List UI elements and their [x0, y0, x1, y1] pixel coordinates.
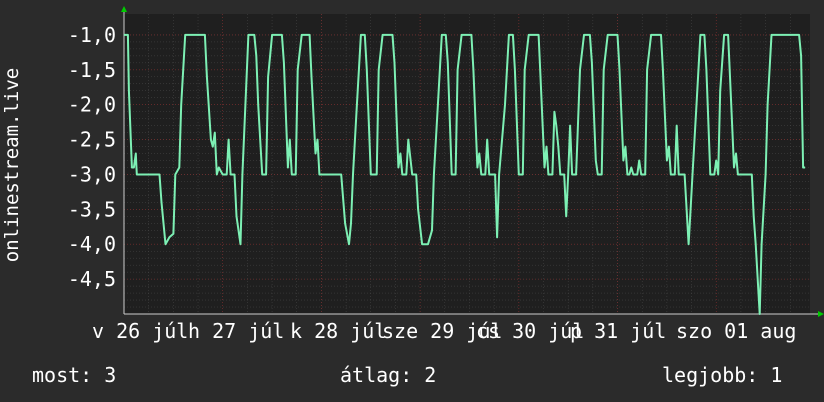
footer-best: legjobb: 1 — [662, 363, 782, 387]
y-axis-label: onlinestream.live — [1, 68, 23, 262]
x-axis: v 26 júl h 27 júl k 28 júlsze 29 júlcs 30 … — [92, 319, 796, 343]
y-tick-label: -3,5 — [68, 197, 116, 221]
x-tick-label: p 31 júl — [570, 319, 666, 343]
footer-avg: átlag: 2 — [340, 363, 436, 387]
x-tick-label: k 28 júl — [290, 319, 386, 343]
y-tick-label: -3,0 — [68, 162, 116, 186]
x-tick-label: szo 01 aug — [676, 319, 796, 343]
y-tick-label: -1,0 — [68, 23, 116, 47]
y-tick-label: -2,0 — [68, 93, 116, 117]
y-axis: -1,0 -1,5 -2,0 -2,5 -3,0 -3,5 -4,0 -4,5 — [68, 23, 116, 291]
y-tick-label: -4,5 — [68, 267, 116, 291]
x-tick-label: v 26 júl — [92, 319, 188, 343]
chart: -1,0 -1,5 -2,0 -2,5 -3,0 -3,5 -4,0 -4,5 v 26 jú… — [1, 6, 824, 387]
y-tick-label: -1,5 — [68, 58, 116, 82]
y-tick-label: -2,5 — [68, 128, 116, 152]
x-tick-label: h 27 júl — [188, 319, 284, 343]
x-axis-arrow-icon — [818, 311, 824, 317]
x-tick-label: cs 30 júl — [476, 319, 584, 343]
footer-now: most: 3 — [32, 363, 116, 387]
y-tick-label: -4,0 — [68, 232, 116, 256]
y-axis-arrow-icon — [121, 6, 127, 12]
